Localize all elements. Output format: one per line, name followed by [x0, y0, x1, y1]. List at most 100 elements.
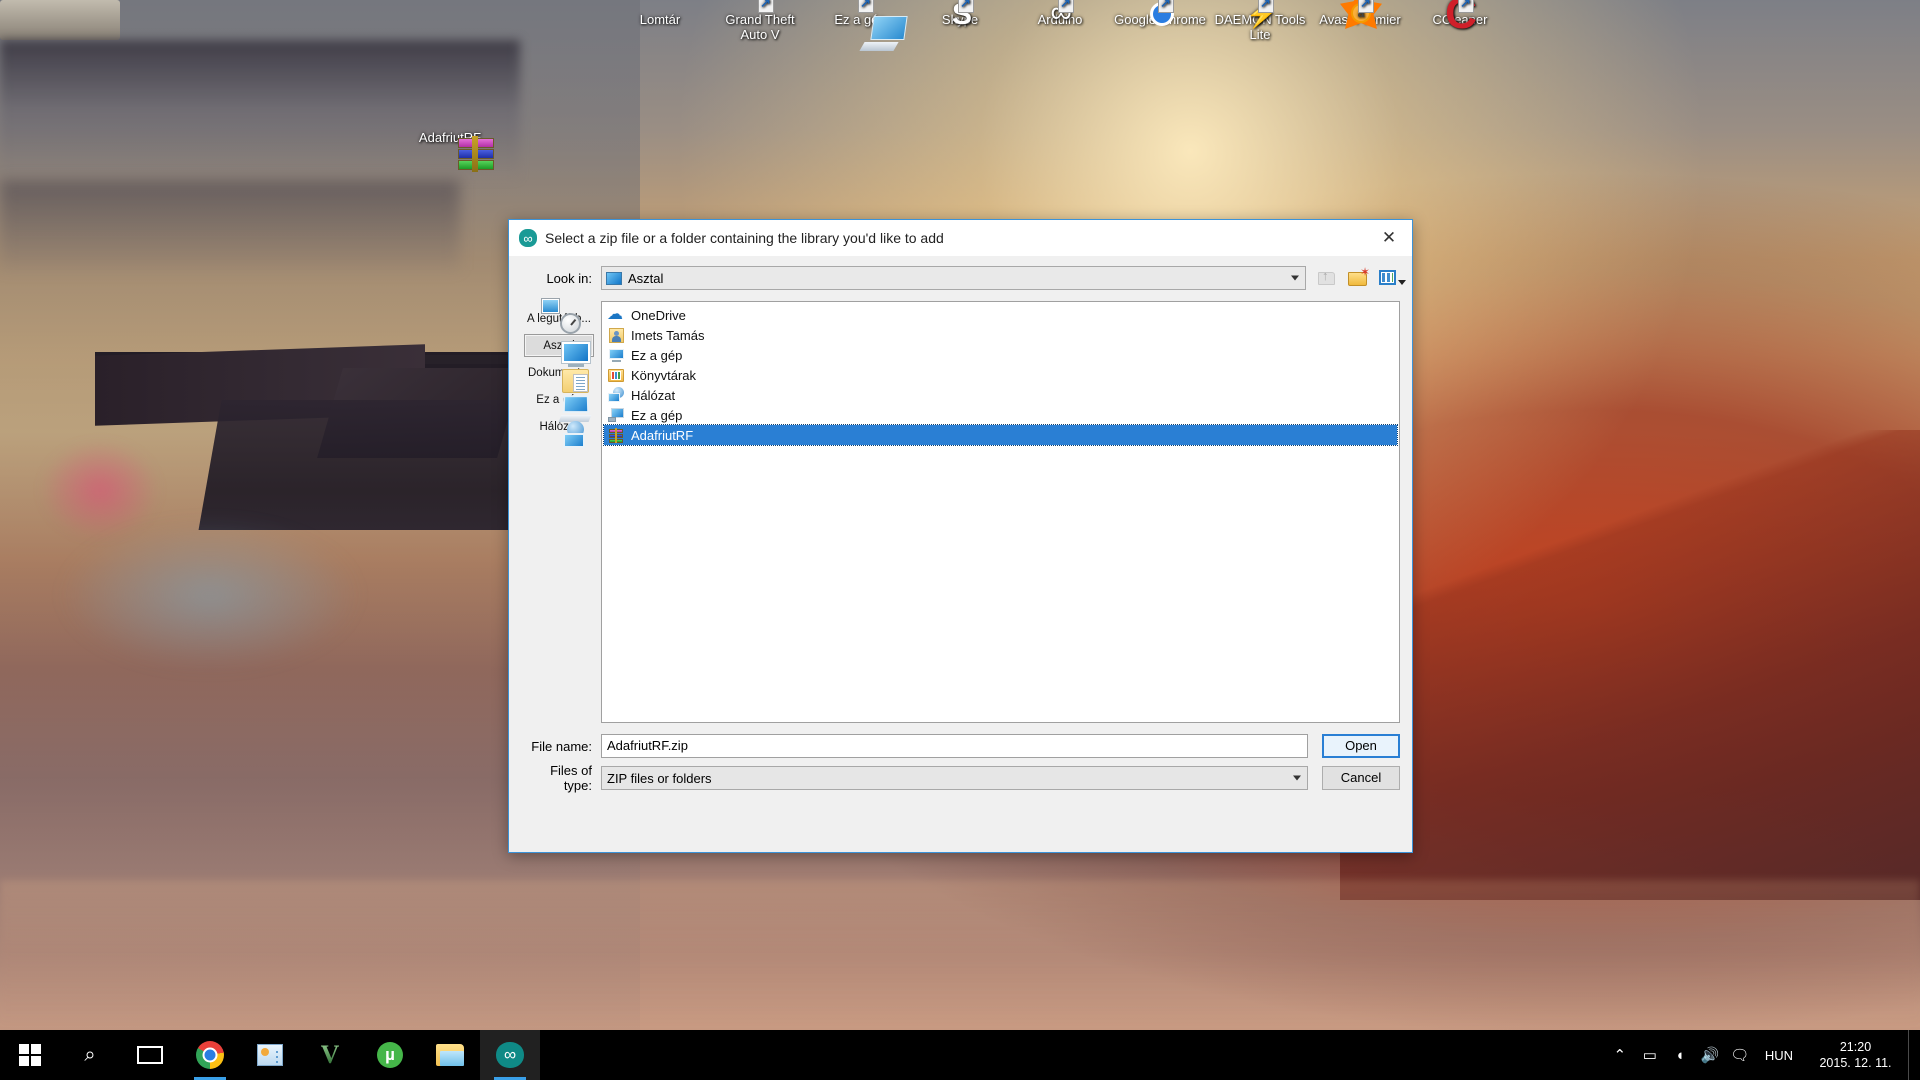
file-list-item-label: Hálózat: [631, 388, 675, 403]
file-name-input[interactable]: AdafriutRF.zip: [601, 734, 1308, 758]
desktop-icon-google-chrome[interactable]: Google Chrome: [1112, 12, 1208, 27]
taskbar-chrome[interactable]: [180, 1030, 240, 1080]
show-desktop-button[interactable]: [1908, 1030, 1916, 1080]
wallpaper-mountain: [1340, 430, 1920, 900]
open-button[interactable]: Open: [1322, 734, 1400, 758]
file-list-item-label: OneDrive: [631, 308, 686, 323]
shortcut-overlay-icon: [1458, 0, 1474, 13]
search-icon[interactable]: ⌕: [60, 1030, 120, 1080]
shortcut-overlay-icon: [958, 0, 974, 13]
file-list-item[interactable]: OneDrive: [604, 305, 1397, 325]
dialog-title: Select a zip file or a folder containing…: [545, 230, 944, 246]
dialog-titlebar[interactable]: Select a zip file or a folder containing…: [509, 220, 1412, 256]
file-name-row: File name: AdafriutRF.zip Open: [521, 733, 1400, 759]
shortcut-overlay-icon: [1058, 0, 1074, 13]
look-in-row: Look in: Asztal: [521, 264, 1400, 292]
desktop-icon-ez-a-g-p[interactable]: Ez a gép: [812, 12, 908, 27]
taskbar-utorrent[interactable]: µ: [360, 1030, 420, 1080]
desktop-icon-avast-premier[interactable]: aAvast Premier: [1312, 12, 1408, 27]
file-list[interactable]: OneDrive Imets Tamás Ez a gép Könyvtárak Hál…: [601, 301, 1400, 723]
file-list-item[interactable]: Hálózat: [604, 385, 1397, 405]
shortcut-overlay-icon: [1158, 0, 1174, 13]
view-menu-icon[interactable]: [1378, 267, 1400, 289]
clock-time: 21:20: [1803, 1039, 1908, 1055]
task-view-icon[interactable]: [120, 1030, 180, 1080]
look-in-label: Look in:: [521, 271, 601, 286]
show-hidden-icons-icon[interactable]: ⌃: [1605, 1030, 1635, 1080]
file-list-item-label: Imets Tamás: [631, 328, 704, 343]
clock-date: 2015. 12. 11.: [1803, 1055, 1908, 1071]
file-list-item[interactable]: Ez a gép: [604, 405, 1397, 425]
file-list-item-label: Ez a gép: [631, 408, 682, 423]
desktop-icon-adafriutrf[interactable]: AdafriutRF: [402, 130, 498, 145]
shortcut-overlay-icon: [1358, 0, 1374, 13]
zip-icon: [608, 428, 625, 443]
dialog-toolbar: [1316, 267, 1400, 289]
file-list-item[interactable]: Ez a gép: [604, 345, 1397, 365]
wallpaper-xwing-cockpit: [0, 0, 120, 40]
shortcut-overlay-icon: [1258, 0, 1274, 13]
volume-icon[interactable]: 🔊: [1695, 1030, 1725, 1080]
cancel-button[interactable]: Cancel: [1322, 766, 1400, 790]
user-icon: [608, 328, 625, 343]
taskbar-gta-v[interactable]: V: [300, 1030, 360, 1080]
file-list-item[interactable]: Imets Tamás: [604, 325, 1397, 345]
file-list-item[interactable]: Könyvtárak: [604, 365, 1397, 385]
taskbar-items: ⌕ Vµ ∞: [0, 1030, 540, 1080]
tray-icons: ⌃▭◖🔊🗨: [1605, 1030, 1755, 1080]
desktop-icon-lomt-r[interactable]: Lomtár: [612, 12, 708, 27]
desktop-icon-label: Lomtár: [612, 12, 708, 27]
taskbar-app[interactable]: [240, 1030, 300, 1080]
net-icon: [608, 388, 625, 403]
files-of-type-label: Files of type:: [521, 763, 601, 793]
wallpaper-reflection-lower: [0, 180, 460, 270]
desktop-icon-grand-theft-auto-v[interactable]: VGrand Theft Auto V: [712, 12, 808, 42]
netpc-icon: [608, 408, 625, 423]
clock[interactable]: 21:20 2015. 12. 11.: [1803, 1039, 1908, 1071]
desktop-icon-daemon-tools-lite[interactable]: DAEMON Tools Lite: [1212, 12, 1308, 42]
dialog-main-area: A legutóbb...AsztalDokument...Ez a gépHá…: [521, 301, 1400, 723]
lib-icon: [608, 368, 625, 383]
place-item-desktop[interactable]: Asztal: [524, 334, 594, 357]
shortcut-overlay-icon: [758, 0, 774, 13]
battery-icon[interactable]: ▭: [1635, 1030, 1665, 1080]
wallpaper-reflection-upper: [0, 40, 520, 180]
chevron-down-icon: [1293, 776, 1301, 781]
up-one-level-icon[interactable]: [1316, 267, 1338, 289]
create-new-folder-icon[interactable]: [1347, 267, 1369, 289]
place-item-recent[interactable]: A legutóbb...: [524, 307, 594, 330]
file-list-item-label: Ez a gép: [631, 348, 682, 363]
onedrive-icon: [608, 308, 625, 323]
file-chooser-dialog: Select a zip file or a folder containing…: [508, 219, 1413, 853]
close-icon[interactable]: ✕: [1366, 220, 1412, 256]
dialog-bottom: File name: AdafriutRF.zip Open Files of …: [509, 723, 1412, 809]
taskbar-file-explorer[interactable]: [420, 1030, 480, 1080]
file-name-label: File name:: [521, 739, 601, 754]
wallpaper-water-shimmer: [0, 880, 1920, 1030]
desktop-icon-skype[interactable]: SSkype: [912, 12, 1008, 27]
file-list-item[interactable]: AdafriutRF: [604, 425, 1397, 445]
shortcut-overlay-icon: [858, 0, 874, 13]
arduino-icon: [519, 229, 537, 247]
files-of-type-value: ZIP files or folders: [607, 771, 712, 786]
action-center-icon[interactable]: 🗨: [1725, 1030, 1755, 1080]
look-in-value: Asztal: [628, 271, 663, 286]
file-list-item-label: Könyvtárak: [631, 368, 696, 383]
start-button[interactable]: [0, 1030, 60, 1080]
file-list-item-label: AdafriutRF: [631, 428, 693, 443]
dialog-body: Look in: Asztal A legutóbb...AsztalDokum…: [509, 256, 1412, 723]
language-indicator[interactable]: HUN: [1755, 1048, 1803, 1063]
system-tray: ⌃▭◖🔊🗨 HUN 21:20 2015. 12. 11.: [1605, 1030, 1920, 1080]
wifi-icon[interactable]: ◖: [1665, 1030, 1695, 1080]
files-of-type-row: Files of type: ZIP files or folders Canc…: [521, 765, 1400, 791]
wallpaper-cyan-glow: [60, 520, 360, 670]
taskbar-arduino[interactable]: ∞: [480, 1030, 540, 1080]
desktop-icon-ccleaner[interactable]: CCCleaner: [1412, 12, 1508, 27]
place-item-label: A legutóbb...: [527, 313, 591, 325]
desktop-icon-arduino[interactable]: Arduino: [1012, 12, 1108, 27]
pc-icon: [608, 348, 625, 363]
files-of-type-dropdown[interactable]: ZIP files or folders: [601, 766, 1308, 790]
look-in-dropdown[interactable]: Asztal: [601, 266, 1306, 290]
desktop-icon: [606, 272, 622, 285]
places-sidebar: A legutóbb...AsztalDokument...Ez a gépHá…: [521, 301, 597, 723]
